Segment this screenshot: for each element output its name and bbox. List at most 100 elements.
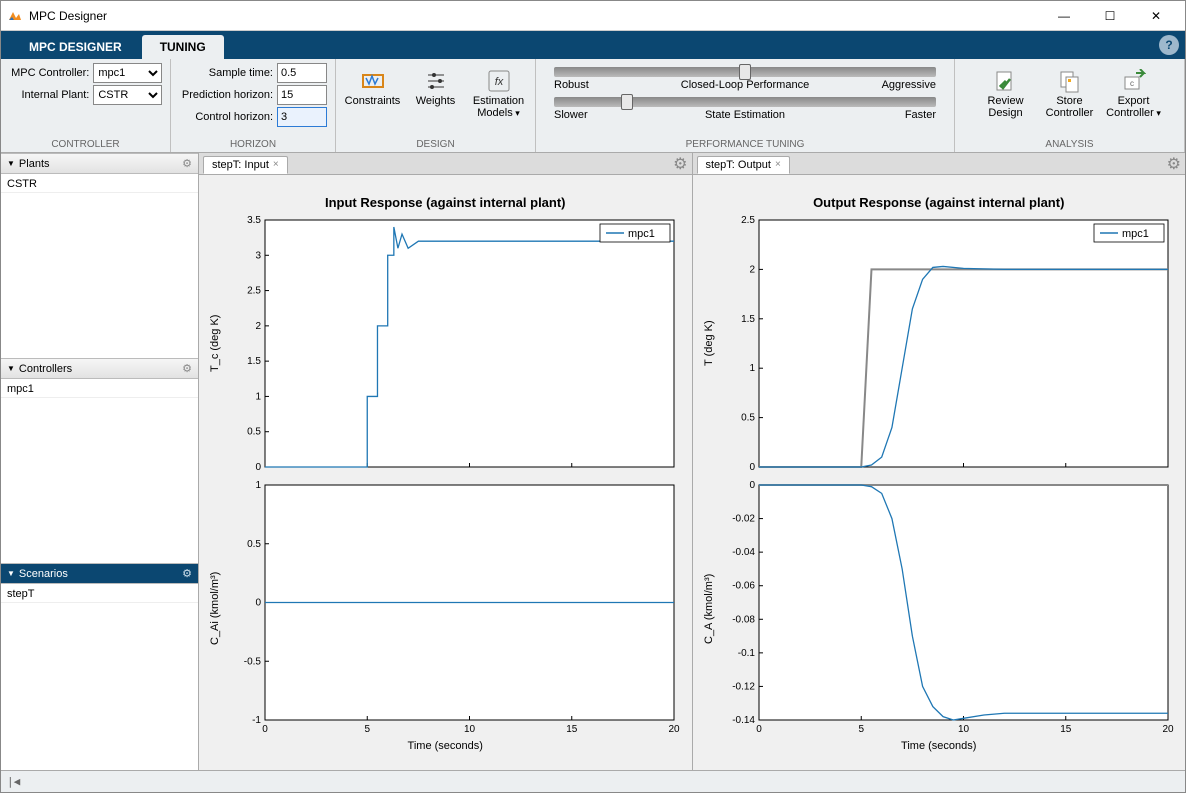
svg-text:15: 15 <box>1060 724 1072 735</box>
perf-group-label: PERFORMANCE TUNING <box>544 137 946 152</box>
svg-text:0: 0 <box>749 462 755 473</box>
svg-text:-0.5: -0.5 <box>244 656 262 667</box>
gear-icon[interactable]: ⚙ <box>182 362 192 375</box>
help-icon[interactable]: ? <box>1159 35 1179 55</box>
input-tab[interactable]: stepT: Input × <box>203 156 288 174</box>
close-button[interactable]: ✕ <box>1133 2 1179 30</box>
svg-text:-0.1: -0.1 <box>737 648 755 659</box>
slider1-center-label: Closed-Loop Performance <box>681 79 809 91</box>
svg-text:fx: fx <box>494 76 503 88</box>
state-estimation-slider[interactable] <box>554 97 936 107</box>
slider1-right-label: Aggressive <box>882 79 936 91</box>
svg-text:0: 0 <box>749 480 755 491</box>
mpc-controller-select[interactable]: mpc1 <box>93 63 162 83</box>
plants-panel: ▼ Plants ⚙ CSTR <box>1 153 198 358</box>
charts-area: stepT: Input × ⚙ Input Response (against… <box>199 153 1185 770</box>
constraints-button[interactable]: Constraints <box>344 69 401 107</box>
svg-text:-0.08: -0.08 <box>732 614 755 625</box>
svg-text:5: 5 <box>364 724 370 735</box>
mpc-controller-label: MPC Controller: <box>9 67 93 79</box>
estimation-models-button[interactable]: fx Estimation Models <box>470 69 527 119</box>
design-group: Constraints Weights fx Estimation Models… <box>336 59 536 152</box>
close-tab-icon[interactable]: × <box>775 159 781 170</box>
scenarios-header[interactable]: ▼ Scenarios ⚙ <box>1 563 198 584</box>
horizon-group: Sample time: Prediction horizon: Control… <box>171 59 336 152</box>
svg-text:0: 0 <box>756 724 762 735</box>
svg-text:5: 5 <box>858 724 864 735</box>
side-panel: ▼ Plants ⚙ CSTR ▼ Controllers ⚙ mpc1 ▼ S… <box>1 153 199 770</box>
svg-text:10: 10 <box>464 724 476 735</box>
scenario-item[interactable]: stepT <box>1 586 198 603</box>
svg-text:1.5: 1.5 <box>247 356 261 367</box>
input-chart-title: Input Response (against internal plant) <box>207 195 684 210</box>
svg-text:0.5: 0.5 <box>247 427 261 438</box>
slider1-left-label: Robust <box>554 79 589 91</box>
closed-loop-slider[interactable] <box>554 67 936 77</box>
analysis-group-label: ANALYSIS <box>963 137 1176 152</box>
output-chart-title: Output Response (against internal plant) <box>701 195 1178 210</box>
sample-time-input[interactable] <box>277 63 327 83</box>
controller-item[interactable]: mpc1 <box>1 381 198 398</box>
controllers-header[interactable]: ▼ Controllers ⚙ <box>1 358 198 379</box>
svg-text:0: 0 <box>262 724 268 735</box>
output-chart-column: stepT: Output × ⚙ Output Response (again… <box>692 153 1186 770</box>
export-icon: c <box>1122 69 1146 93</box>
review-icon <box>994 69 1018 93</box>
svg-text:1: 1 <box>255 480 261 491</box>
review-design-button[interactable]: Review Design <box>976 69 1036 119</box>
maximize-button[interactable]: ☐ <box>1087 2 1133 30</box>
controller-group-label: CONTROLLER <box>9 137 162 152</box>
tab-strip: MPC DESIGNER TUNING ? <box>1 31 1185 59</box>
weights-icon <box>424 69 448 93</box>
gear-icon[interactable]: ⚙ <box>673 154 687 174</box>
svg-text:-1: -1 <box>252 715 261 726</box>
triangle-down-icon: ▼ <box>7 569 15 578</box>
gear-icon[interactable]: ⚙ <box>1167 154 1181 174</box>
prediction-horizon-input[interactable] <box>277 85 327 105</box>
statusbar-caret-icon[interactable]: |◀ <box>7 775 20 788</box>
toolstrip: MPC Controller: mpc1 Internal Plant: CST… <box>1 59 1185 153</box>
control-horizon-input[interactable] <box>277 107 327 127</box>
close-tab-icon[interactable]: × <box>273 159 279 170</box>
controller-group: MPC Controller: mpc1 Internal Plant: CST… <box>1 59 171 152</box>
store-icon <box>1058 69 1082 93</box>
svg-text:-0.04: -0.04 <box>732 547 755 558</box>
export-controller-button[interactable]: c Export Controller <box>1104 69 1164 119</box>
internal-plant-select[interactable]: CSTR <box>93 85 162 105</box>
internal-plant-label: Internal Plant: <box>9 89 93 101</box>
matlab-logo-icon <box>7 8 23 24</box>
plant-item[interactable]: CSTR <box>1 176 198 193</box>
minimize-button[interactable]: — <box>1041 2 1087 30</box>
output-tab[interactable]: stepT: Output × <box>697 156 790 174</box>
performance-tuning-group: Robust Closed-Loop Performance Aggressiv… <box>536 59 955 152</box>
slider2-left-label: Slower <box>554 109 588 121</box>
output-ca-plot: C_A (kmol/m³) -0.14-0.12-0.1-0.08-0.06-0… <box>701 479 1178 738</box>
gear-icon[interactable]: ⚙ <box>182 157 192 170</box>
gear-icon[interactable]: ⚙ <box>182 567 192 580</box>
svg-text:2: 2 <box>255 321 261 332</box>
output-t-plot: T (deg K) 00.511.522.5mpc1 <box>701 214 1178 473</box>
tab-tuning[interactable]: TUNING <box>142 35 224 59</box>
input-xlabel: Time (seconds) <box>207 738 684 762</box>
svg-text:15: 15 <box>566 724 578 735</box>
plants-header[interactable]: ▼ Plants ⚙ <box>1 153 198 174</box>
svg-text:2: 2 <box>749 264 755 275</box>
svg-text:-0.12: -0.12 <box>732 681 755 692</box>
analysis-group: Review Design Store Controller c Export … <box>955 59 1185 152</box>
svg-text:-0.14: -0.14 <box>732 715 755 726</box>
svg-text:mpc1: mpc1 <box>1122 228 1149 240</box>
output-xlabel: Time (seconds) <box>701 738 1178 762</box>
weights-button[interactable]: Weights <box>407 69 464 107</box>
svg-text:2.5: 2.5 <box>247 286 261 297</box>
sample-time-label: Sample time: <box>179 67 277 79</box>
window-title: MPC Designer <box>29 9 1041 23</box>
svg-text:mpc1: mpc1 <box>628 228 655 240</box>
control-horizon-label: Control horizon: <box>179 111 277 123</box>
svg-text:10: 10 <box>957 724 969 735</box>
constraints-icon <box>361 69 385 93</box>
scenarios-panel: ▼ Scenarios ⚙ stepT <box>1 563 198 770</box>
store-controller-button[interactable]: Store Controller <box>1040 69 1100 119</box>
svg-text:1.5: 1.5 <box>741 314 755 325</box>
svg-text:1: 1 <box>255 391 261 402</box>
tab-mpc-designer[interactable]: MPC DESIGNER <box>11 35 140 59</box>
